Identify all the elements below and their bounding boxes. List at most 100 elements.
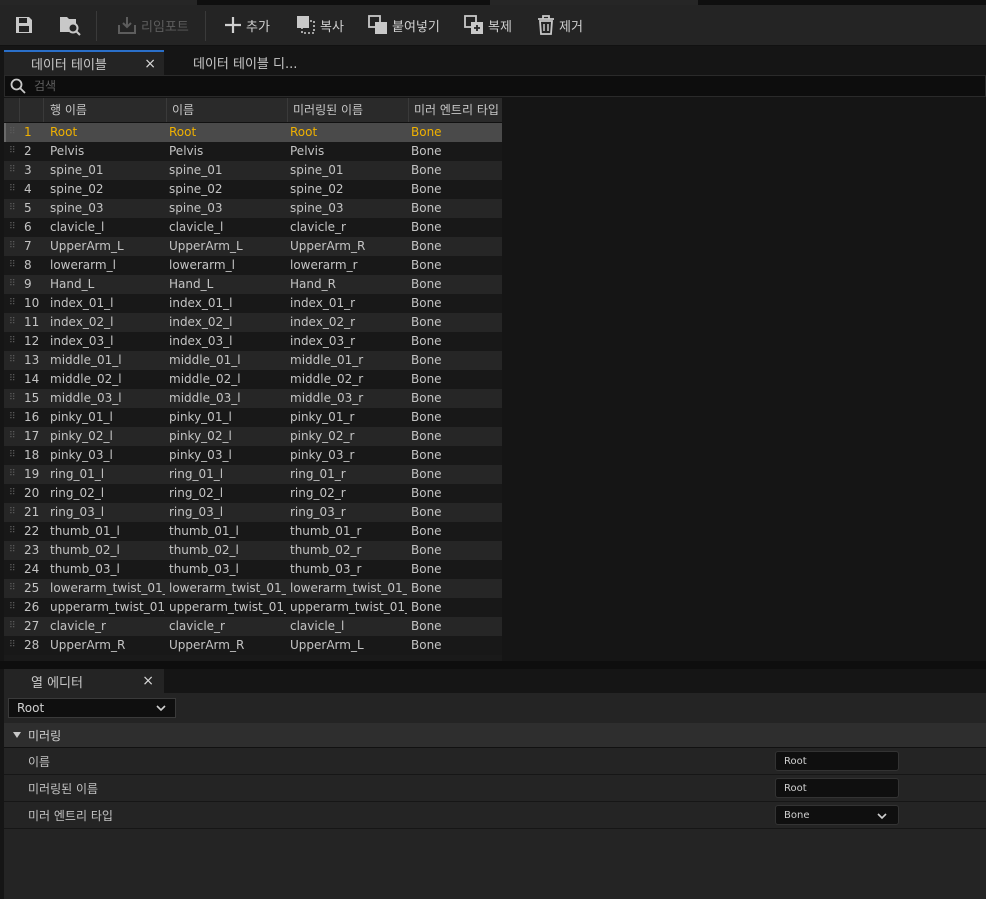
table-row[interactable]: ⠿ 11 index_02_l index_02_l index_02_r Bone [4,313,502,332]
drag-grip-icon[interactable]: ⠿ [4,332,20,351]
table-row[interactable]: ⠿ 8 lowerarm_l lowerarm_l lowerarm_r Bone [4,256,502,275]
drag-grip-icon[interactable]: ⠿ [4,275,20,294]
drag-grip-icon[interactable]: ⠿ [4,541,20,560]
tab-label: 데이터 테이블 디... [193,57,298,72]
drag-grip-icon[interactable]: ⠿ [4,218,20,237]
mirror-entry-type-cell: Bone [411,334,442,348]
row-name-cell: lowerarm_l [50,258,116,272]
drag-grip-icon[interactable]: ⠿ [4,408,20,427]
drag-grip-icon[interactable]: ⠿ [4,636,20,655]
table-row[interactable]: ⠿ 26 upperarm_twist_01_ upperarm_twist_01_l… [4,598,502,617]
name-cell: spine_01 [169,163,223,177]
table-row[interactable]: ⠿ 27 clavicle_r clavicle_r clavicle_l Bone [4,617,502,636]
drag-grip-icon[interactable]: ⠿ [4,351,20,370]
name-cell: spine_03 [169,201,223,215]
drag-grip-icon[interactable]: ⠿ [4,503,20,522]
paste-button[interactable]: 붙여넣기 [368,5,440,45]
row-select-dropdown[interactable]: Root [8,698,176,718]
table-row[interactable]: ⠿ 16 pinky_01_l pinky_01_l pinky_01_r Bone [4,408,502,427]
drag-grip-icon[interactable]: ⠿ [4,389,20,408]
close-icon[interactable]: × [144,56,156,72]
panel-splitter[interactable] [0,661,986,669]
mirror-entry-type-cell: Bone [411,467,442,481]
browse-icon [60,17,81,36]
header-name[interactable]: 이름 [167,98,288,122]
drag-grip-icon[interactable]: ⠿ [4,579,20,598]
header-mirror-entry-type[interactable]: 미러 엔트리 타입 [409,98,502,122]
row-name-cell: spine_03 [50,201,104,215]
table-row[interactable]: ⠿ 6 clavicle_l clavicle_l clavicle_r Bone [4,218,502,237]
table-row[interactable]: ⠿ 1 Root Root Root Bone [4,123,502,142]
table-row[interactable]: ⠿ 12 index_03_l index_03_l index_03_r Bone [4,332,502,351]
table-row[interactable]: ⠿ 7 UpperArm_L UpperArm_L UpperArm_R Bone [4,237,502,256]
table-row[interactable]: ⠿ 5 spine_03 spine_03 spine_03 Bone [4,199,502,218]
drag-grip-icon[interactable]: ⠿ [4,560,20,579]
header-row-name[interactable]: 행 이름 [44,98,167,122]
mirror-entry-type-cell: Bone [411,277,442,291]
header-mirrored-name[interactable]: 미러링된 이름 [288,98,409,122]
duplicate-button[interactable]: 복제 [464,5,512,45]
copy-button[interactable]: 복사 [296,5,344,45]
trash-icon [538,15,554,35]
tab-row-editor[interactable]: 열 에디터 × [4,669,164,693]
add-button[interactable]: 추가 [224,5,270,45]
name-field[interactable]: Root [775,751,899,771]
remove-button[interactable]: 제거 [537,5,583,45]
tab-data-table-details[interactable]: 데이터 테이블 디... [164,50,324,75]
row-name-cell: thumb_03_l [50,562,120,576]
table-row[interactable]: ⠿ 23 thumb_02_l thumb_02_l thumb_02_r Bone [4,541,502,560]
table-row[interactable]: ⠿ 13 middle_01_l middle_01_l middle_01_r Bone [4,351,502,370]
table-row[interactable]: ⠿ 24 thumb_03_l thumb_03_l thumb_03_r Bone [4,560,502,579]
table-row[interactable]: ⠿ 18 pinky_03_l pinky_03_l pinky_03_r Bone [4,446,502,465]
drag-grip-icon[interactable]: ⠿ [4,427,20,446]
table-row[interactable]: ⠿ 3 spine_01 spine_01 spine_01 Bone [4,161,502,180]
drag-grip-icon[interactable]: ⠿ [4,313,20,332]
drag-grip-icon[interactable]: ⠿ [4,161,20,180]
category-mirroring[interactable]: 미러링 [4,723,986,748]
drag-grip-icon[interactable]: ⠿ [4,465,20,484]
reimport-button[interactable]: 리임포트 [117,5,189,45]
mirror-entry-type-cell: Bone [411,201,442,215]
table-row[interactable]: ⠿ 19 ring_01_l ring_01_l ring_01_r Bone [4,465,502,484]
drag-grip-icon[interactable]: ⠿ [4,142,20,161]
close-icon[interactable]: × [142,673,154,689]
drag-grip-icon[interactable]: ⠿ [4,123,20,142]
drag-grip-icon[interactable]: ⠿ [4,598,20,617]
row-select-value: Root [17,701,45,715]
table-row[interactable]: ⠿ 28 UpperArm_R UpperArm_R UpperArm_L Bone [4,636,502,655]
table-row[interactable]: ⠿ 21 ring_03_l ring_03_l ring_03_r Bone [4,503,502,522]
drag-grip-icon[interactable]: ⠿ [4,237,20,256]
mirrored-name-cell: Pelvis [290,144,325,158]
row-index: 28 [24,638,40,652]
table-row[interactable]: ⠿ 9 Hand_L Hand_L Hand_R Bone [4,275,502,294]
drag-grip-icon[interactable]: ⠿ [4,370,20,389]
search-input[interactable] [32,78,936,94]
mirrored-name-cell: clavicle_r [290,220,346,234]
row-index: 25 [24,581,40,595]
table-row[interactable]: ⠿ 25 lowerarm_twist_01_ lowerarm_twist_01_l… [4,579,502,598]
mirrored-name-field[interactable]: Root [775,778,899,798]
table-row[interactable]: ⠿ 20 ring_02_l ring_02_l ring_02_r Bone [4,484,502,503]
drag-grip-icon[interactable]: ⠿ [4,199,20,218]
duplicate-icon [464,15,483,34]
drag-grip-icon[interactable]: ⠿ [4,484,20,503]
drag-grip-icon[interactable]: ⠿ [4,617,20,636]
mirror-entry-type-cell: Bone [411,315,442,329]
save-button[interactable] [14,5,34,45]
mirror-entry-type-dropdown[interactable]: Bone [775,805,899,825]
table-row[interactable]: ⠿ 17 pinky_02_l pinky_02_l pinky_02_r Bone [4,427,502,446]
table-row[interactable]: ⠿ 14 middle_02_l middle_02_l middle_02_r Bone [4,370,502,389]
table-row[interactable]: ⠿ 15 middle_03_l middle_03_l middle_03_r Bone [4,389,502,408]
table-row[interactable]: ⠿ 4 spine_02 spine_02 spine_02 Bone [4,180,502,199]
table-row[interactable]: ⠿ 22 thumb_01_l thumb_01_l thumb_01_r Bone [4,522,502,541]
drag-grip-icon[interactable]: ⠿ [4,294,20,313]
drag-grip-icon[interactable]: ⠿ [4,180,20,199]
mirrored-name-cell: ring_03_r [290,505,346,519]
table-row[interactable]: ⠿ 10 index_01_l index_01_l index_01_r Bone [4,294,502,313]
drag-grip-icon[interactable]: ⠿ [4,256,20,275]
browse-button[interactable] [58,5,82,45]
tab-data-table[interactable]: 데이터 테이블 × [4,50,164,75]
drag-grip-icon[interactable]: ⠿ [4,522,20,541]
drag-grip-icon[interactable]: ⠿ [4,446,20,465]
table-row[interactable]: ⠿ 2 Pelvis Pelvis Pelvis Bone [4,142,502,161]
